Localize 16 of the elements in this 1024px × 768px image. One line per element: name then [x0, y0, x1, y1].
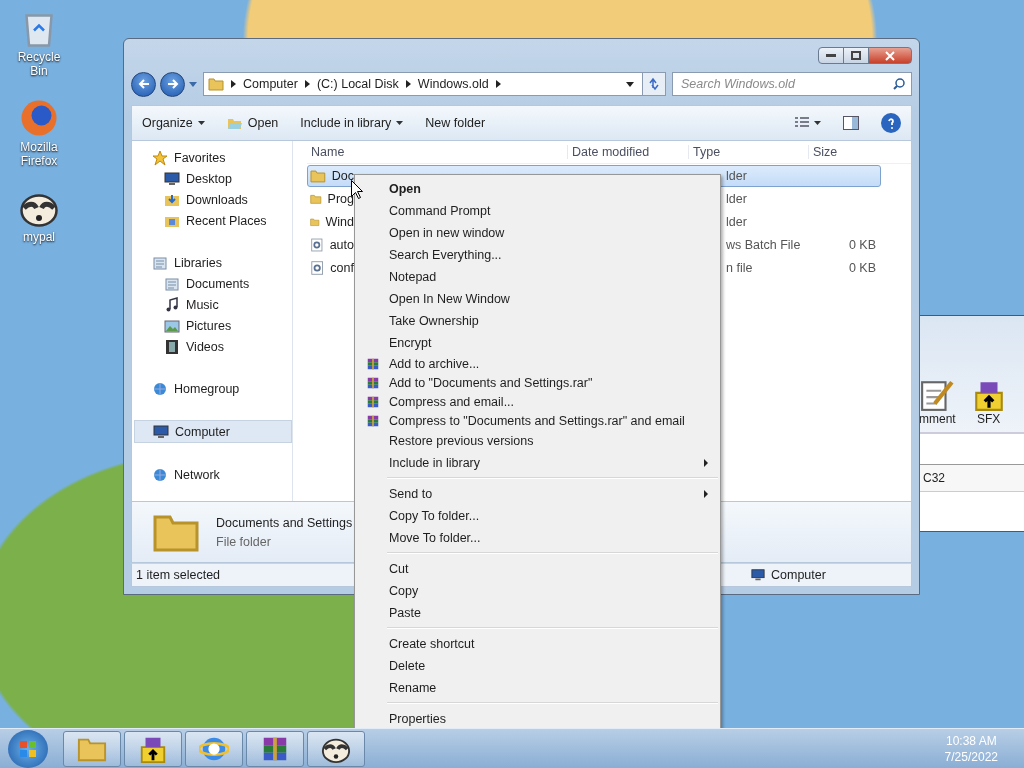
file-type: ws Batch File [726, 238, 802, 252]
file-name: Doc [331, 169, 354, 183]
file-type: lder [726, 192, 748, 206]
status-zone: Computer [771, 568, 826, 582]
file-name: conf [330, 261, 354, 275]
file-type: n file [726, 261, 754, 275]
file-size: 0 KB [848, 261, 876, 275]
item-name: Documents and Settings [216, 515, 353, 530]
file-type: lder [726, 169, 748, 183]
status-text: 1 item selected [136, 568, 221, 582]
file-name: Wind [325, 215, 354, 229]
file-name: auto [329, 238, 354, 252]
file-type: lder [726, 215, 748, 229]
file-size: 0 KB [848, 238, 876, 252]
item-type: File folder [216, 534, 272, 549]
file-name: Prog [327, 192, 354, 206]
